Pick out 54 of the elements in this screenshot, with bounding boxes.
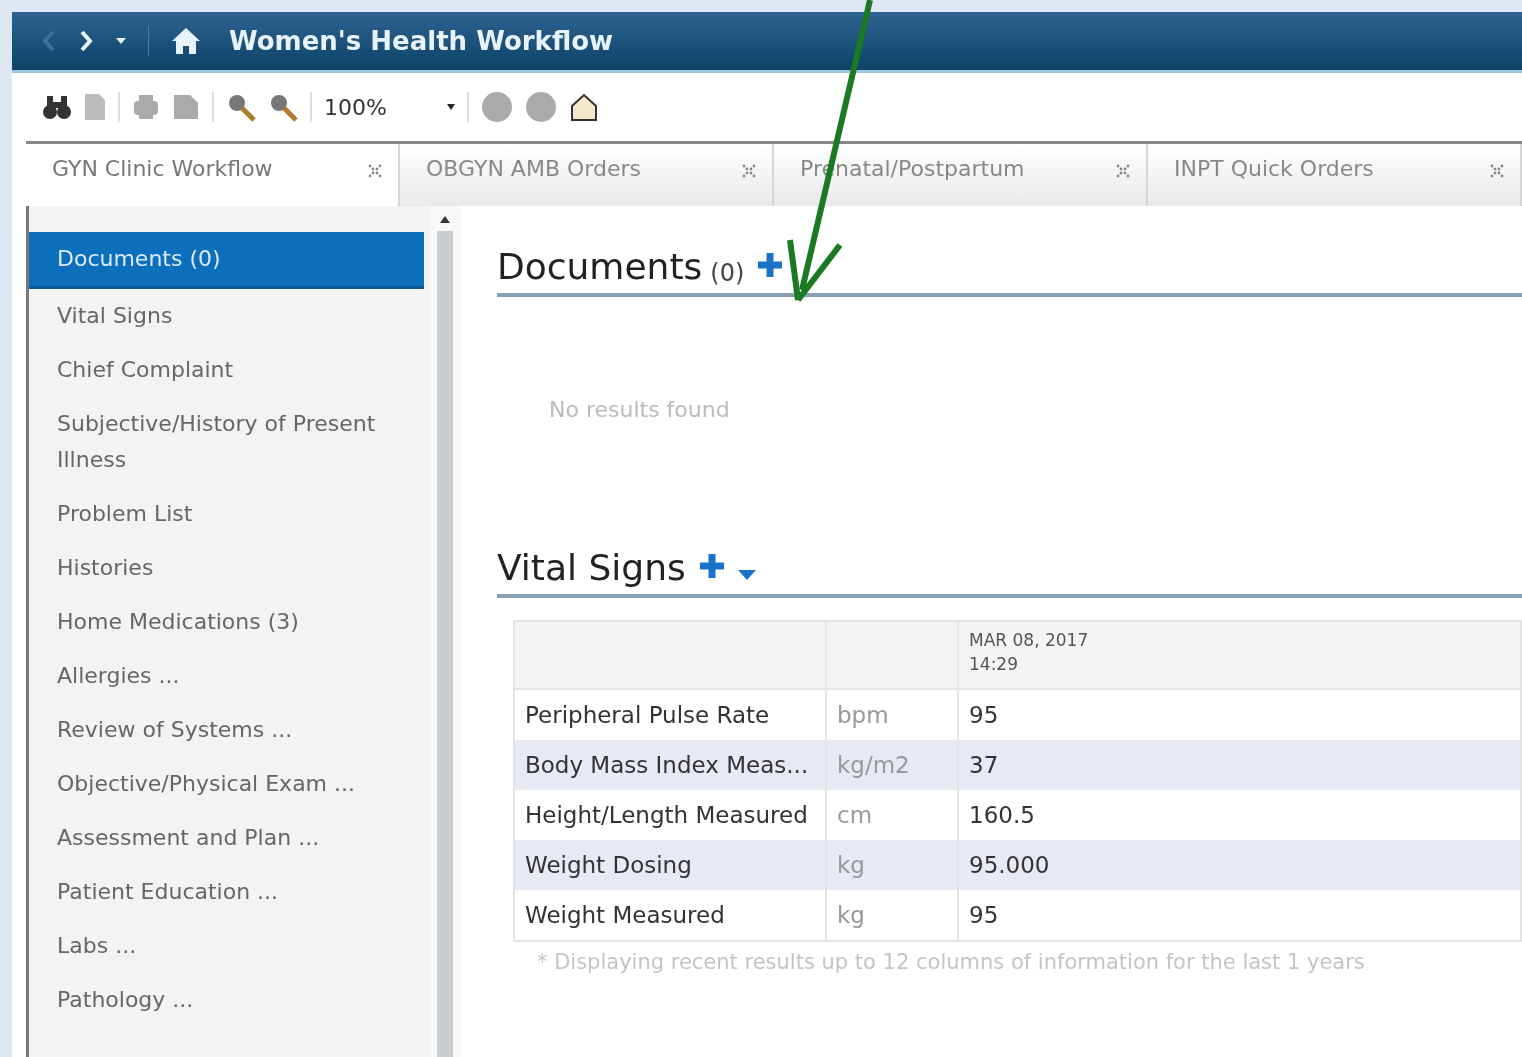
scroll-up-icon[interactable] <box>440 216 450 223</box>
sidebar-item[interactable]: Allergies ... <box>29 649 424 703</box>
zoom-in-icon[interactable] <box>226 92 256 122</box>
footnote: * Displaying recent results up to 12 columns of information for the last 1 years <box>537 950 1366 974</box>
scrollbar[interactable] <box>429 206 461 1057</box>
zoom-dropdown[interactable]: 100% <box>324 94 455 120</box>
table-cell: Weight Measured <box>514 890 826 941</box>
add-icon[interactable] <box>697 552 726 580</box>
sidebar-item[interactable]: Home Medications (3) <box>29 595 424 649</box>
sidebar-item[interactable]: Assessment and Plan ... <box>29 811 424 865</box>
table-cell: kg <box>826 890 958 941</box>
document-count: (0) <box>710 259 745 287</box>
sidebar-item[interactable]: Vital Signs <box>29 289 424 343</box>
table-cell: 95 <box>958 890 1521 941</box>
sidebar-item[interactable]: Labs ... <box>29 919 424 973</box>
sidebar-item[interactable]: Subjective/History of Present Illness <box>29 397 424 487</box>
table-cell: 37 <box>958 740 1521 790</box>
binoculars-icon[interactable] <box>42 94 72 120</box>
caret-icon[interactable] <box>737 570 756 580</box>
table-cell: Body Mass Index Meas... <box>514 740 826 790</box>
sidebar-item[interactable]: Histories <box>29 541 424 595</box>
forward-icon[interactable] <box>78 29 94 53</box>
circle-icon[interactable] <box>480 91 513 123</box>
table-cell: kg/m2 <box>826 740 958 790</box>
sidebar-item[interactable]: Documents (0) <box>29 232 424 289</box>
dots-icon[interactable] <box>742 164 756 178</box>
circle-icon[interactable] <box>524 91 557 123</box>
caret-icon <box>446 104 455 110</box>
add-icon[interactable] <box>756 251 785 279</box>
zoom-out-icon[interactable] <box>268 92 298 122</box>
home-icon[interactable] <box>171 27 201 55</box>
sidebar-item[interactable]: Patient Education ... <box>29 865 424 919</box>
empty-message: No results found <box>549 397 731 424</box>
window-title: Women's Health Workflow <box>229 26 614 56</box>
dots-icon[interactable] <box>1490 164 1504 178</box>
printer-icon[interactable] <box>132 93 160 121</box>
sidebar-item[interactable]: Chief Complaint <box>29 343 424 397</box>
tab[interactable]: OBGYN AMB Orders <box>400 144 774 206</box>
tab[interactable]: INPT Quick Orders <box>1148 144 1522 206</box>
sidebar-item[interactable]: Problem List <box>29 487 424 541</box>
section-title: Documents <box>497 246 703 287</box>
dots-icon[interactable] <box>368 164 382 178</box>
dropdown-icon[interactable] <box>116 38 126 44</box>
page-icon[interactable] <box>172 93 200 121</box>
section-title: Vital Signs <box>497 547 686 588</box>
dots-icon[interactable] <box>1116 164 1130 178</box>
table-cell: 95.000 <box>958 840 1521 890</box>
sidebar-item[interactable]: Review of Systems ... <box>29 703 424 757</box>
sidebar-item[interactable]: Pathology ... <box>29 973 424 1027</box>
column-header: MAR 08, 2017 14:29 <box>969 629 1090 676</box>
sidebar-item[interactable]: Objective/Physical Exam ... <box>29 757 424 811</box>
table-cell: Weight Dosing <box>514 840 826 890</box>
table-cell: kg <box>826 840 958 890</box>
house-icon[interactable] <box>568 92 599 122</box>
